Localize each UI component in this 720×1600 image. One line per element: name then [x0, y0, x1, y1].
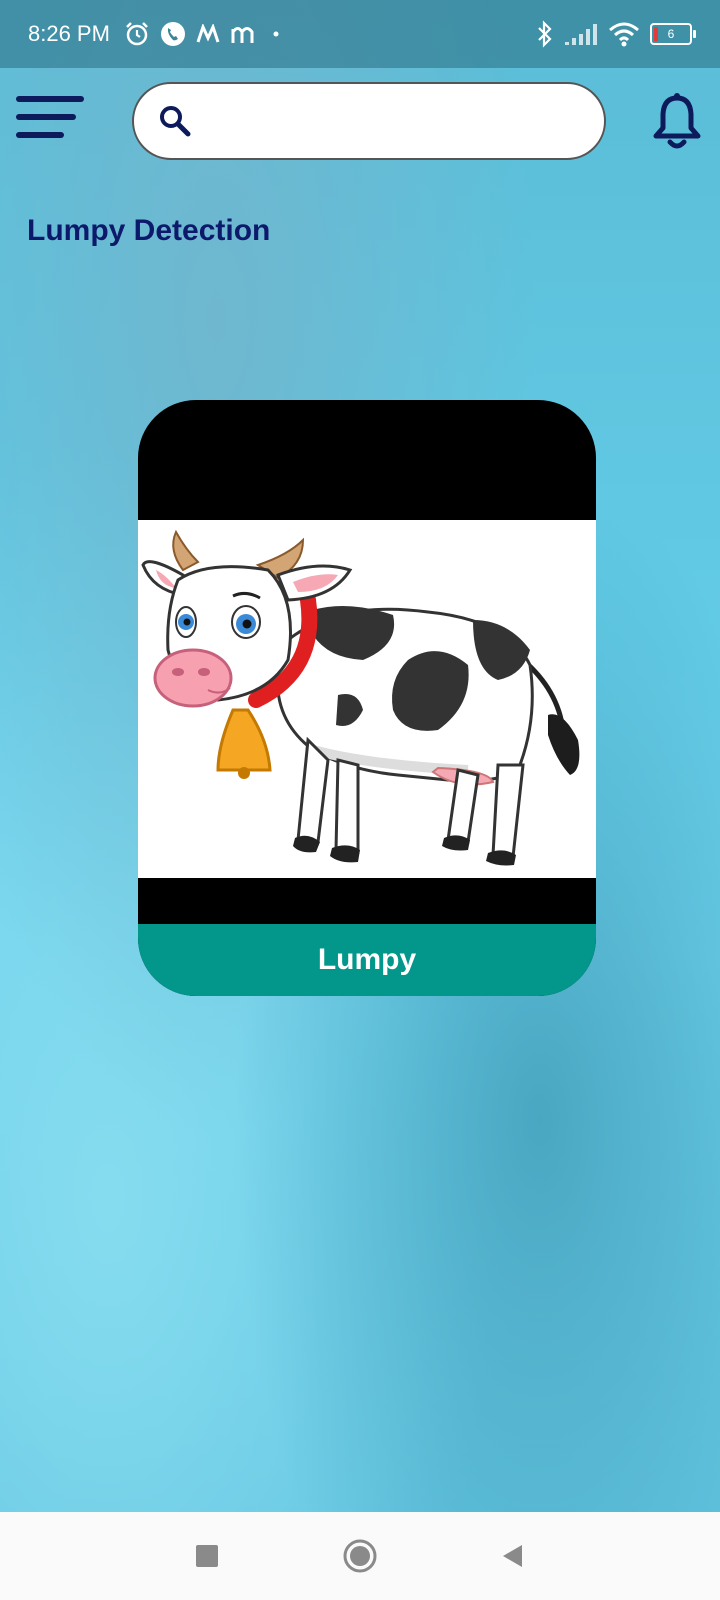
- alarm-icon: [126, 22, 148, 46]
- status-bar: 8:26 PM 6: [0, 0, 720, 68]
- recent-apps-button[interactable]: [187, 1536, 227, 1576]
- search-icon: [160, 106, 191, 137]
- bell-icon[interactable]: [650, 92, 704, 152]
- system-nav-bar: [0, 1512, 720, 1600]
- status-right: 6: [536, 20, 696, 48]
- search-input[interactable]: [206, 107, 604, 135]
- wifi-icon: [609, 22, 639, 47]
- menu-line: [16, 132, 64, 138]
- dot-icon: [273, 31, 279, 37]
- app-bar: [0, 68, 720, 178]
- search-bar[interactable]: [132, 82, 606, 160]
- cow-image: [138, 520, 596, 878]
- back-button[interactable]: [493, 1536, 533, 1576]
- home-icon: [343, 1539, 377, 1573]
- menu-line: [16, 114, 76, 120]
- app-m2-icon: [231, 27, 254, 43]
- app-m-icon: [196, 24, 220, 43]
- home-button[interactable]: [340, 1536, 380, 1576]
- status-left: 8:26 PM: [28, 21, 286, 47]
- battery-level: 6: [667, 27, 675, 41]
- status-time: 8:26 PM: [28, 21, 110, 46]
- signal-icon: [565, 24, 597, 45]
- battery-icon: 6: [650, 23, 696, 45]
- cow-illustration: [141, 529, 580, 866]
- bluetooth-icon: [538, 20, 552, 48]
- lumpy-card[interactable]: Lumpy: [138, 400, 596, 996]
- page-title: Lumpy Detection: [27, 214, 271, 247]
- recent-apps-icon: [195, 1545, 218, 1567]
- hamburger-menu-icon[interactable]: [16, 96, 84, 146]
- call-icon: [160, 22, 185, 46]
- menu-line: [16, 96, 84, 102]
- back-icon: [503, 1545, 523, 1567]
- card-label: Lumpy: [138, 924, 596, 996]
